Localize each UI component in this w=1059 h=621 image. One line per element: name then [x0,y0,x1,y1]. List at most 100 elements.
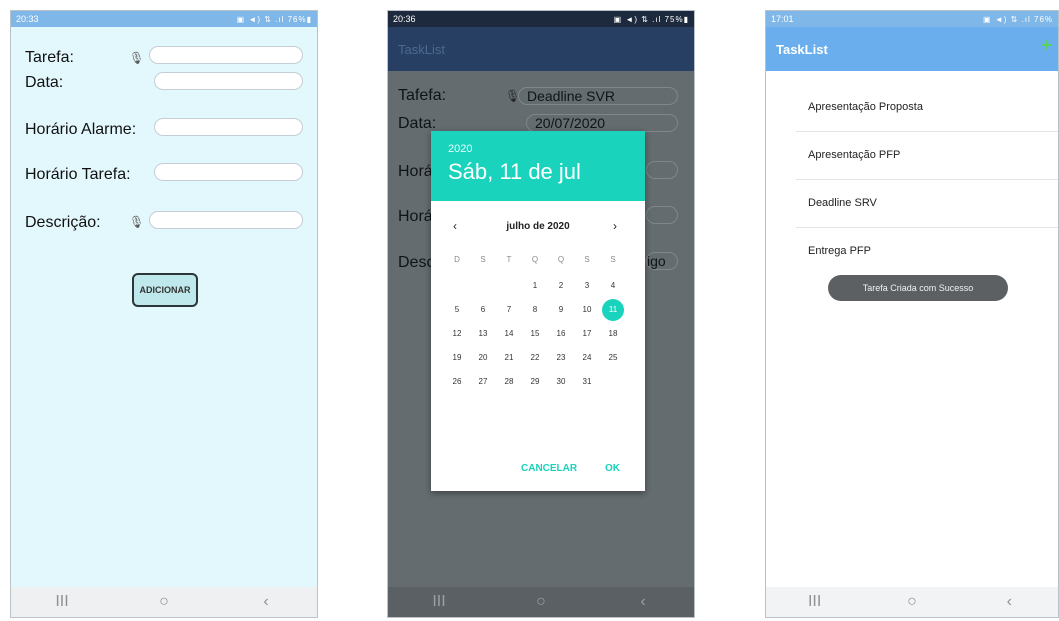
home-icon[interactable]: ○ [892,593,932,611]
status-bar: 20:33 ▣ ◄) ⇅ .ıl 76%▮ [11,11,317,27]
calendar-day[interactable]: 19 [446,347,468,369]
calendar-day[interactable]: 21 [498,347,520,369]
data-field[interactable]: 20/07/2020 [526,114,678,132]
alarme-field[interactable] [154,118,303,136]
calendar-day[interactable]: 30 [550,371,572,393]
calendar-day[interactable]: 13 [472,323,494,345]
nav-bar: III ○ ‹ [766,587,1058,617]
list-item[interactable]: Apresentação Proposta [766,83,1058,131]
status-time: 17:01 [771,14,794,24]
ok-button[interactable]: OK [605,463,620,474]
calendar-day[interactable]: 25 [602,347,624,369]
alarme-label: Horário Alarme: [25,121,137,138]
calendar-day[interactable]: 9 [550,299,572,321]
mic-icon[interactable]: 🎙 [129,215,144,229]
calendar-day[interactable]: 28 [498,371,520,393]
status-bar: 17:01 ▣ ◄) ⇅ .ıl 76% [766,11,1058,27]
calendar-day[interactable]: 8 [524,299,546,321]
back-icon[interactable]: ‹ [246,593,286,611]
calendar-day[interactable]: 6 [472,299,494,321]
calendar-day[interactable]: 3 [576,275,598,297]
horario-tarefa-field[interactable] [154,163,303,181]
home-icon[interactable]: ○ [521,593,561,611]
descricao-field[interactable]: igo [646,252,678,270]
horario-tarefa-field[interactable] [646,206,678,224]
back-icon[interactable]: ‹ [623,593,663,611]
calendar-day[interactable]: 17 [576,323,598,345]
year-label[interactable]: 2020 [448,143,472,155]
home-icon[interactable]: ○ [144,593,184,611]
cancel-button[interactable]: CANCELAR [521,463,577,474]
weekday-header: D [454,255,460,264]
chevron-right-icon[interactable]: › [613,219,617,233]
calendar-day[interactable]: 20 [472,347,494,369]
status-icons: ▣ ◄) ⇅ .ıl 75%▮ [613,14,689,24]
calendar-day[interactable]: 7 [498,299,520,321]
data-label: Data: [25,74,64,91]
recents-icon[interactable]: III [795,593,835,611]
horario-tarefa-label: Horá [398,208,433,225]
tarefa-label: Tafefa: [398,87,447,104]
calendar-day-selected[interactable]: 11 [602,299,624,321]
calendar-day[interactable]: 29 [524,371,546,393]
weekday-header: S [584,255,590,264]
status-icons: ▣ ◄) ⇅ .ıl 76% [983,14,1053,24]
month-nav: ‹ julho de 2020 › [431,217,645,237]
status-icons: ▣ ◄) ⇅ .ıl 76%▮ [236,14,312,24]
date-picker-dialog: 2020 Sáb, 11 de jul ‹ julho de 2020 › D S… [431,131,645,491]
app-title: TaskList [776,41,828,57]
calendar-day[interactable]: 26 [446,371,468,393]
calendar-day[interactable]: 24 [576,347,598,369]
app-bar: TaskList [766,27,1058,71]
phone-screen-form: 20:33 ▣ ◄) ⇅ .ıl 76%▮ Tarefa: 🎙 Data: Ho… [10,10,318,618]
date-picker-header: 2020 Sáb, 11 de jul [431,131,645,201]
descricao-label: Descrição: [25,214,101,231]
list-item[interactable]: Deadline SRV [766,179,1058,227]
weekday-header: Q [531,255,539,264]
calendar-day[interactable]: 10 [576,299,598,321]
horario-alarme-field[interactable] [646,161,678,179]
weekday-header: T [506,255,512,264]
weekday-header: Q [557,255,565,264]
calendar-day[interactable]: 16 [550,323,572,345]
status-time: 20:33 [16,14,39,24]
weekday-header: S [610,255,616,264]
app-bar: TaskList [388,27,694,71]
calendar-day[interactable]: 27 [472,371,494,393]
calendar-day[interactable]: 4 [602,275,624,297]
back-icon[interactable]: ‹ [989,593,1029,611]
descricao-label: Desc [398,254,435,271]
weekday-header: S [480,255,486,264]
mic-icon[interactable]: 🎙 [129,51,144,65]
descricao-value: igo [647,253,666,269]
app-title: TaskList [398,41,445,57]
horario-alarme-label: Horá [398,163,433,180]
calendar-day[interactable]: 31 [576,371,598,393]
calendar-day[interactable]: 12 [446,323,468,345]
calendar-day[interactable]: 2 [550,275,572,297]
phone-screen-date-picker: 20:36 ▣ ◄) ⇅ .ıl 75%▮ TaskList Tafefa: 🎙… [387,10,695,618]
phone-screen-task-list: 17:01 ▣ ◄) ⇅ .ıl 76% TaskList + Apresent… [765,10,1059,618]
list-item[interactable]: Entrega PFP [766,227,1058,275]
add-task-icon[interactable]: + [1041,35,1052,56]
calendar-day[interactable]: 23 [550,347,572,369]
calendar-day[interactable]: 14 [498,323,520,345]
calendar-day[interactable]: 18 [602,323,624,345]
calendar-day[interactable]: 1 [524,275,546,297]
status-time: 20:36 [393,14,416,24]
list-item[interactable]: Apresentação PFP [766,131,1058,179]
adicionar-button[interactable]: ADICIONAR [132,273,198,307]
tarefa-field[interactable]: Deadline SVR [518,87,678,105]
horario-tarefa-label: Horário Tarefa: [25,166,131,183]
data-field[interactable] [154,72,303,90]
nav-bar: III ○ ‹ [11,587,317,617]
calendar-day[interactable]: 22 [524,347,546,369]
descricao-field[interactable] [149,211,303,229]
recents-icon[interactable]: III [419,593,459,611]
recents-icon[interactable]: III [42,593,82,611]
tarefa-label: Tarefa: [25,49,74,66]
calendar-day[interactable]: 5 [446,299,468,321]
tarefa-field[interactable] [149,46,303,64]
toast-message: Tarefa Criada com Sucesso [828,275,1008,301]
calendar-day[interactable]: 15 [524,323,546,345]
